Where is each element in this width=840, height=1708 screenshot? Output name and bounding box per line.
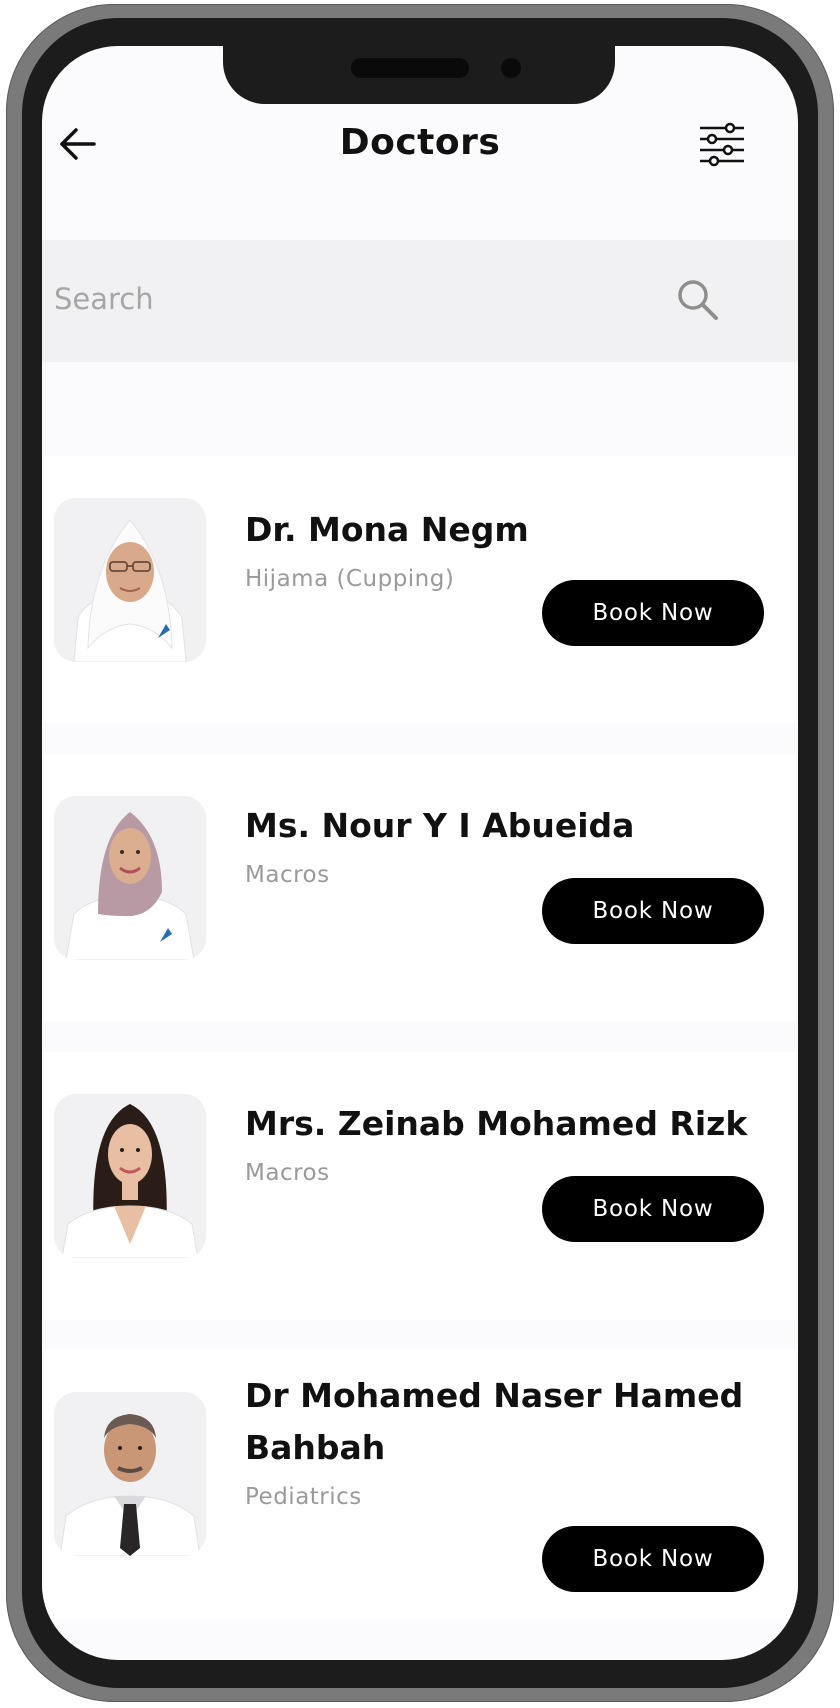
speaker-grille: [351, 58, 469, 78]
doctor-name: Ms. Nour Y I Abueida: [245, 806, 635, 845]
doctor-avatar: [54, 1094, 206, 1258]
female-doctor-mauve-hijab: [54, 796, 206, 960]
page-title: Doctors: [339, 122, 501, 163]
male-doctor-tie: [54, 1392, 206, 1556]
phone-bezel: Doctors Search Dr. Mona Negm Hijama (Cup…: [22, 18, 818, 1688]
doctor-card: Dr. Mona Negm Hijama (Cupping) Book Now: [42, 456, 798, 722]
doctor-card: Dr Mohamed Naser Hamed Bahbah Pediatrics…: [42, 1350, 798, 1618]
book-now-button[interactable]: Book Now: [542, 580, 764, 646]
doctor-specialty: Macros: [245, 862, 330, 888]
front-camera: [501, 58, 521, 78]
doctor-specialty: Pediatrics: [245, 1484, 362, 1510]
sliders-icon: [700, 122, 744, 167]
search-button[interactable]: [674, 276, 722, 324]
doctor-avatar: [54, 1392, 206, 1556]
doctor-avatar: [54, 498, 206, 662]
doctor-card: Mrs. Zeinab Mohamed Rizk Macros Book Now: [42, 1052, 798, 1320]
app-header: Doctors: [42, 102, 798, 182]
doctor-name: Mrs. Zeinab Mohamed Rizk: [245, 1104, 748, 1143]
filter-button[interactable]: [698, 120, 746, 168]
app-screen: Doctors Search Dr. Mona Negm Hijama (Cup…: [42, 46, 798, 1660]
book-now-button[interactable]: Book Now: [542, 878, 764, 944]
doctor-name: Dr. Mona Negm: [245, 510, 529, 549]
doctor-specialty: Macros: [245, 1160, 330, 1186]
doctor-name: Dr Mohamed Naser Hamed Bahbah: [245, 1376, 744, 1467]
female-doctor-dark-hair: [54, 1094, 206, 1258]
phone-notch: [223, 46, 615, 104]
search-icon: [678, 280, 718, 320]
doctor-specialty: Hijama (Cupping): [245, 566, 455, 592]
phone-frame: Doctors Search Dr. Mona Negm Hijama (Cup…: [6, 4, 834, 1702]
search-input[interactable]: [54, 274, 634, 324]
doctor-card: Ms. Nour Y I Abueida Macros Book Now: [42, 754, 798, 1022]
doctor-avatar: [54, 796, 206, 960]
female-doctor-white-hijab: [54, 498, 206, 662]
search-bar: [42, 240, 798, 362]
book-now-button[interactable]: Book Now: [542, 1526, 764, 1592]
book-now-button[interactable]: Book Now: [542, 1176, 764, 1242]
